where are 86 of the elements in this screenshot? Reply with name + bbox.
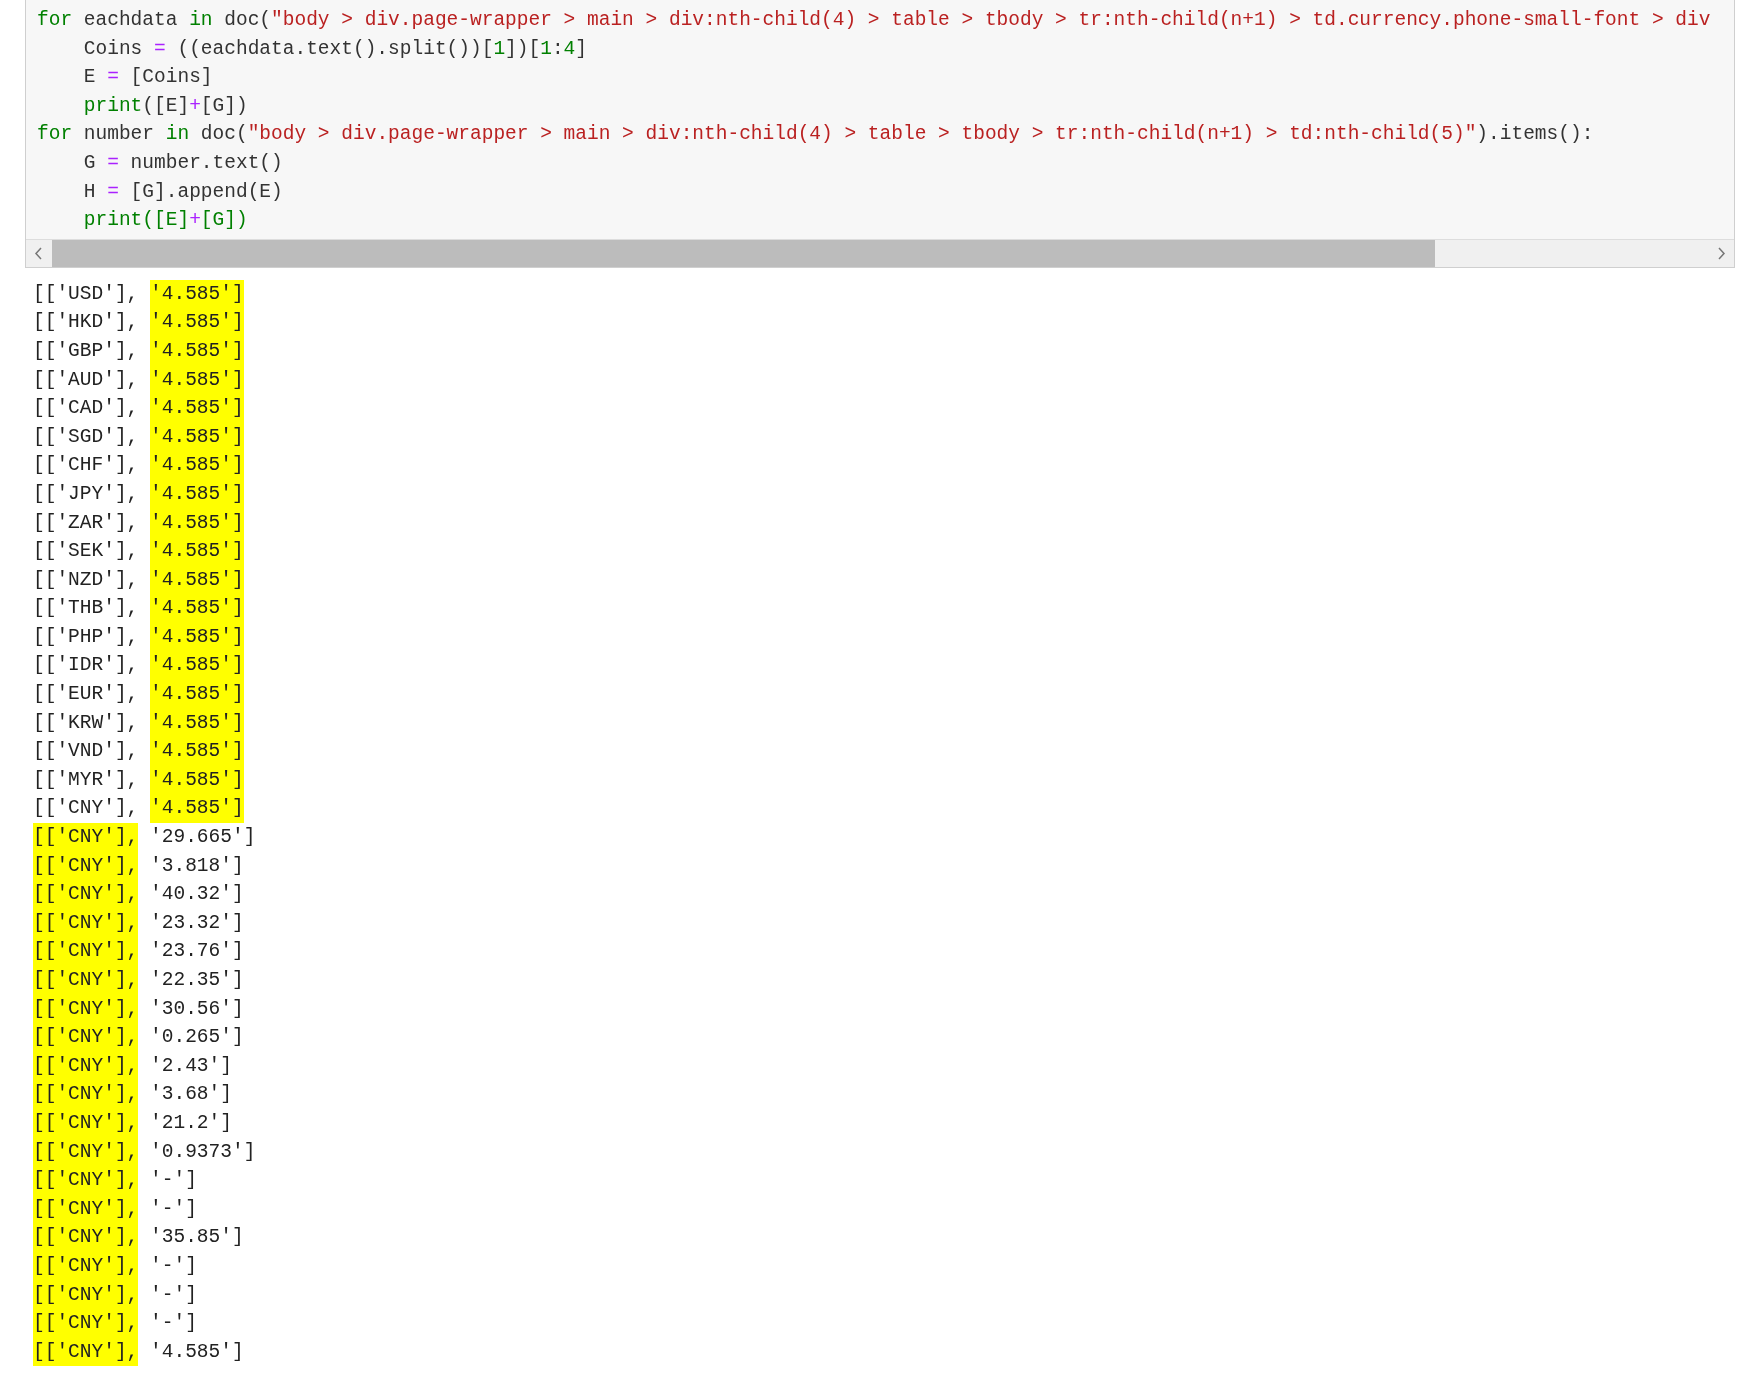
output-value: '-'] xyxy=(150,1168,197,1194)
output-value: '-'] xyxy=(150,1282,197,1308)
output-currency: [['HKD'], xyxy=(33,310,139,336)
output-currency: [['KRW'], xyxy=(33,710,139,736)
output-currency: [['PHP'], xyxy=(33,624,139,650)
output-currency: [['EUR'], xyxy=(33,682,139,708)
output-value: '3.818'] xyxy=(150,853,244,879)
output-currency: [['USD'], xyxy=(33,281,139,307)
output-currency: [['MYR'], xyxy=(33,767,139,793)
output-value: '4.585'] xyxy=(150,422,244,452)
output-value: '21.2'] xyxy=(150,1110,232,1136)
output-currency: [['CNY'], xyxy=(33,908,139,938)
output-value: '4.585'] xyxy=(150,680,244,709)
output-value: '4.585'] xyxy=(150,737,244,766)
output-value: '40.32'] xyxy=(150,882,244,908)
output-currency: [['CNY'], xyxy=(33,1137,139,1167)
code-line: H = [G].append(E) xyxy=(82,179,284,205)
output-currency: [['CNY'], xyxy=(33,851,139,881)
code-line: for number in doc("body > div.page-wrapper > main > div:nth-child(4) > table > tbody > tr:nth-child(n+1) > td:nth-child(5)").items(): xyxy=(37,122,1595,148)
horizontal-scrollbar[interactable] xyxy=(26,238,1734,267)
output-value: '4.585'] xyxy=(150,622,244,652)
output-currency: [['NZD'], xyxy=(33,567,139,593)
output-currency: [['JPY'], xyxy=(33,481,139,507)
code-line: G = number.text() xyxy=(82,150,284,176)
output-currency: [['CNY'], xyxy=(33,1280,139,1310)
output-value: '4.585'] xyxy=(150,708,244,738)
scrollbar-thumb[interactable] xyxy=(52,239,1435,267)
output-currency: [['ZAR'], xyxy=(33,510,139,536)
output-value: '23.76'] xyxy=(150,939,244,965)
output-value: '4.585'] xyxy=(150,365,244,395)
output-currency: [['SEK'], xyxy=(33,539,139,565)
output-currency: [['CHF'], xyxy=(33,453,139,479)
code-line: E = [Coins] xyxy=(82,65,214,91)
output-currency: [['CNY'], xyxy=(33,1108,139,1138)
output-currency: [['CNY'], xyxy=(33,966,139,995)
output-currency: [['THB'], xyxy=(33,596,139,622)
output-value: '4.585'] xyxy=(150,479,244,509)
output-currency: [['CAD'], xyxy=(33,396,139,422)
output-value: '0.265'] xyxy=(150,1025,244,1051)
output-value: '4.585'] xyxy=(150,451,244,480)
code-line: print([E]+[G]) xyxy=(82,208,249,234)
output-value: '4.585'] xyxy=(150,594,244,623)
output-currency: [['CNY'], xyxy=(33,1194,139,1224)
output-currency: [['CNY'], xyxy=(33,1023,139,1052)
output-value: '-'] xyxy=(150,1196,197,1222)
output-currency: [['CNY'], xyxy=(33,796,139,822)
output-currency: [['CNY'], xyxy=(33,1080,139,1109)
output-value: '2.43'] xyxy=(150,1053,232,1079)
output-value: '4.585'] xyxy=(150,765,244,795)
output-currency: [['SGD'], xyxy=(33,424,139,450)
output-value: '4.585'] xyxy=(150,308,244,337)
output-currency: [['CNY'], xyxy=(33,880,139,909)
output-currency: [['CNY'], xyxy=(33,823,139,852)
output-value: '4.585'] xyxy=(150,1339,244,1365)
code-line: print([E]+[G]) xyxy=(82,93,249,119)
output-currency: [['IDR'], xyxy=(33,653,139,679)
output-value: '4.585'] xyxy=(150,279,244,309)
output-value: '29.665'] xyxy=(150,825,256,851)
output-value: '23.32'] xyxy=(150,910,244,936)
output-currency: [['CNY'], xyxy=(33,1051,139,1081)
output-currency: [['CNY'], xyxy=(33,1166,139,1195)
output-value: '4.585'] xyxy=(150,537,244,566)
output-value: '35.85'] xyxy=(150,1225,244,1251)
output-currency: [['CNY'], xyxy=(33,1251,139,1281)
output-currency: [['CNY'], xyxy=(33,994,139,1024)
output-value: '4.585'] xyxy=(150,651,244,681)
output-currency: [['CNY'], xyxy=(33,1223,139,1252)
output-value: '30.56'] xyxy=(150,996,244,1022)
output-value: '4.585'] xyxy=(150,336,244,366)
output-currency: [['CNY'], xyxy=(33,1337,139,1367)
output-currency: [['CNY'], xyxy=(33,937,139,966)
output-value: '3.68'] xyxy=(150,1082,232,1108)
output-currency: [['GBP'], xyxy=(33,338,139,364)
output-value: '4.585'] xyxy=(150,794,244,824)
code-line: Coins = ((eachdata.text().split())[1])[1:4] xyxy=(82,36,588,62)
output-value: '0.9373'] xyxy=(150,1139,256,1165)
output-value: '4.585'] xyxy=(150,394,244,423)
output-value: '4.585'] xyxy=(150,565,244,595)
output-currency: [['VND'], xyxy=(33,739,139,765)
output-currency: [['CNY'], xyxy=(33,1309,139,1338)
output-value: '4.585'] xyxy=(150,508,244,538)
code-line: for eachdata in doc("body > div.page-wrapper > main > div:nth-child(4) > table > tbody > tr:nth-child(n+1) > td.currency.phone-small-font > div xyxy=(37,8,1712,33)
output-value: '22.35'] xyxy=(150,968,244,993)
output-currency: [['AUD'], xyxy=(33,367,139,393)
output-value: '-'] xyxy=(150,1311,197,1337)
output-value: '-'] xyxy=(150,1253,197,1279)
